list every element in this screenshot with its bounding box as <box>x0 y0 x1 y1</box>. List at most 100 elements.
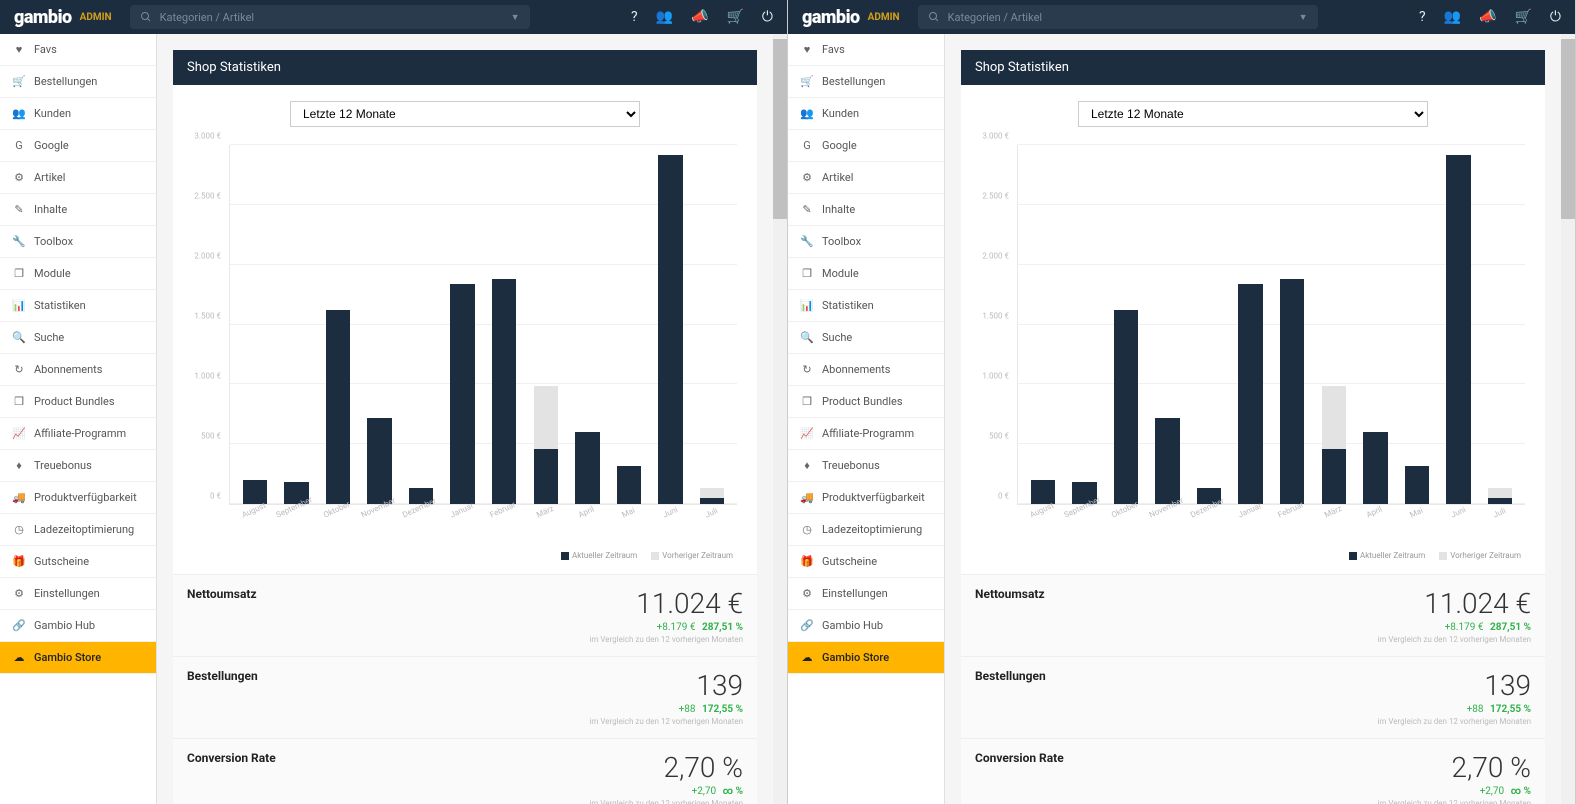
help-icon[interactable]: ? <box>631 9 638 25</box>
sidebar-item-label: Bestellungen <box>822 75 885 88</box>
sidebar-item-gambio-store[interactable]: ☁ Gambio Store <box>0 642 156 674</box>
x-label: April <box>577 505 596 520</box>
sidebar-item-label: Ladezeitoptimierung <box>822 523 922 536</box>
bar-august: August <box>237 145 272 504</box>
refresh-icon: ↻ <box>10 363 28 376</box>
sidebar-item-suche[interactable]: 🔍 Suche <box>788 322 944 354</box>
sidebar-item-inhalte[interactable]: ✎ Inhalte <box>0 194 156 226</box>
sidebar-item-product-bundles[interactable]: ❒ Product Bundles <box>0 386 156 418</box>
x-label: März <box>535 504 555 520</box>
bar-current <box>1238 284 1262 504</box>
sidebar-item-treuebonus[interactable]: ♦ Treuebonus <box>788 450 944 482</box>
panel-title: Shop Statistiken <box>173 50 757 85</box>
community-icon[interactable]: 👥 <box>1444 9 1461 25</box>
pencil-icon: ✎ <box>798 203 816 216</box>
y-tick: 3.000 € <box>194 132 221 141</box>
diamond-icon: ♦ <box>798 459 816 472</box>
sidebar-item-google[interactable]: G Google <box>0 130 156 162</box>
scrollbar[interactable] <box>773 34 787 804</box>
google-icon: G <box>798 139 816 152</box>
sidebar-item-statistiken[interactable]: 📊 Statistiken <box>788 290 944 322</box>
bar-current <box>1155 418 1179 504</box>
sidebar-item-favs[interactable]: ♥ Favs <box>788 34 944 66</box>
sidebar-item-einstellungen[interactable]: ⚙ Einstellungen <box>788 578 944 610</box>
sidebar-item-ladezeitoptimierung[interactable]: ◷ Ladezeitoptimierung <box>788 514 944 546</box>
sidebar-item-label: Artikel <box>34 171 65 184</box>
bar-current <box>658 155 682 504</box>
sidebar-item-artikel[interactable]: ⚙ Artikel <box>0 162 156 194</box>
chart-legend: Aktueller Zeitraum Vorheriger Zeitraum <box>189 527 741 564</box>
sidebar-item-product-bundles[interactable]: ❒ Product Bundles <box>788 386 944 418</box>
y-tick: 500 € <box>201 432 221 441</box>
sidebar-item-toolbox[interactable]: 🔧 Toolbox <box>788 226 944 258</box>
power-icon[interactable]: ⏻ <box>1550 9 1561 25</box>
bar-november: November <box>362 145 397 504</box>
sidebar-item-artikel[interactable]: ⚙ Artikel <box>788 162 944 194</box>
sidebar-item-gambio-store[interactable]: ☁ Gambio Store <box>788 642 944 674</box>
community-icon[interactable]: 👥 <box>656 9 673 25</box>
period-select[interactable]: Letzte 12 Monate <box>1078 101 1428 127</box>
stat-value: 139 <box>1377 669 1531 702</box>
sidebar-item-statistiken[interactable]: 📊 Statistiken <box>0 290 156 322</box>
x-label: Juni <box>1449 505 1467 520</box>
sidebar-item-kunden[interactable]: 👥 Kunden <box>0 98 156 130</box>
sidebar-item-ladezeitoptimierung[interactable]: ◷ Ladezeitoptimierung <box>0 514 156 546</box>
stats-icon: 📊 <box>798 299 816 312</box>
sidebar-item-label: Module <box>822 267 859 280</box>
sidebar-item-inhalte[interactable]: ✎ Inhalte <box>788 194 944 226</box>
sidebar-item-abonnements[interactable]: ↻ Abonnements <box>0 354 156 386</box>
stat-row-nettoumsatz: Nettoumsatz 11.024 € +8.179 € 287,51 % i… <box>961 574 1545 656</box>
sidebar-item-gutscheine[interactable]: 🎁 Gutscheine <box>0 546 156 578</box>
search-input[interactable]: Kategorien / Artikel ▼ <box>918 5 1318 29</box>
sidebar-item-produktverfügbarkeit[interactable]: 🚚 Produktverfügbarkeit <box>0 482 156 514</box>
people-icon: 👥 <box>798 107 816 120</box>
scrollbar[interactable] <box>1561 34 1575 804</box>
bullhorn-icon[interactable]: 📣 <box>1479 9 1496 25</box>
sidebar-item-affiliate-programm[interactable]: 📈 Affiliate-Programm <box>0 418 156 450</box>
help-icon[interactable]: ? <box>1419 9 1426 25</box>
sidebar-item-suche[interactable]: 🔍 Suche <box>0 322 156 354</box>
google-icon: G <box>10 139 28 152</box>
caret-down-icon: ▼ <box>1299 12 1308 23</box>
sidebar-item-label: Affiliate-Programm <box>822 427 914 440</box>
sidebar-item-label: Inhalte <box>822 203 855 216</box>
shop-icon[interactable]: 🛒 <box>1514 9 1531 25</box>
sidebar-item-gutscheine[interactable]: 🎁 Gutscheine <box>788 546 944 578</box>
sidebar-item-treuebonus[interactable]: ♦ Treuebonus <box>0 450 156 482</box>
cloud-icon: ☁ <box>10 651 28 664</box>
stat-label: Conversion Rate <box>187 751 276 765</box>
sidebar-item-kunden[interactable]: 👥 Kunden <box>788 98 944 130</box>
sidebar-item-gambio-hub[interactable]: 🔗 Gambio Hub <box>788 610 944 642</box>
sidebar-item-bestellungen[interactable]: 🛒 Bestellungen <box>788 66 944 98</box>
cart-icon: 🛒 <box>10 75 28 88</box>
sidebar-item-bestellungen[interactable]: 🛒 Bestellungen <box>0 66 156 98</box>
bar-april: April <box>1358 145 1393 504</box>
search-icon: 🔍 <box>798 331 816 344</box>
bullhorn-icon[interactable]: 📣 <box>691 9 708 25</box>
bar-current <box>492 279 516 504</box>
sidebar-item-favs[interactable]: ♥ Favs <box>0 34 156 66</box>
period-select[interactable]: Letzte 12 Monate <box>290 101 640 127</box>
sidebar-item-abonnements[interactable]: ↻ Abonnements <box>788 354 944 386</box>
bar-mai: Mai <box>612 145 647 504</box>
sidebar-item-module[interactable]: ❐ Module <box>788 258 944 290</box>
diamond-icon: ♦ <box>10 459 28 472</box>
revenue-chart: 0 €500 €1.000 €1.500 €2.000 €2.500 €3.00… <box>189 137 741 527</box>
sidebar-item-produktverfügbarkeit[interactable]: 🚚 Produktverfügbarkeit <box>788 482 944 514</box>
sidebar-item-google[interactable]: G Google <box>788 130 944 162</box>
search-input[interactable]: Kategorien / Artikel ▼ <box>130 5 530 29</box>
sidebar-item-einstellungen[interactable]: ⚙ Einstellungen <box>0 578 156 610</box>
sidebar-item-toolbox[interactable]: 🔧 Toolbox <box>0 226 156 258</box>
sidebar-item-module[interactable]: ❐ Module <box>0 258 156 290</box>
sidebar-item-label: Produktverfügbarkeit <box>822 491 925 504</box>
y-tick: 1.000 € <box>194 372 221 381</box>
bar-januar: Januar <box>1233 145 1268 504</box>
wrench-icon: 🔧 <box>10 235 28 248</box>
sidebar-item-affiliate-programm[interactable]: 📈 Affiliate-Programm <box>788 418 944 450</box>
cart-icon: 🛒 <box>798 75 816 88</box>
sidebar-item-gambio-hub[interactable]: 🔗 Gambio Hub <box>0 610 156 642</box>
shop-icon[interactable]: 🛒 <box>726 9 743 25</box>
bar-oktober: Oktober <box>320 145 355 504</box>
power-icon[interactable]: ⏻ <box>762 9 773 25</box>
stat-value: 2,70 % <box>1377 751 1531 784</box>
